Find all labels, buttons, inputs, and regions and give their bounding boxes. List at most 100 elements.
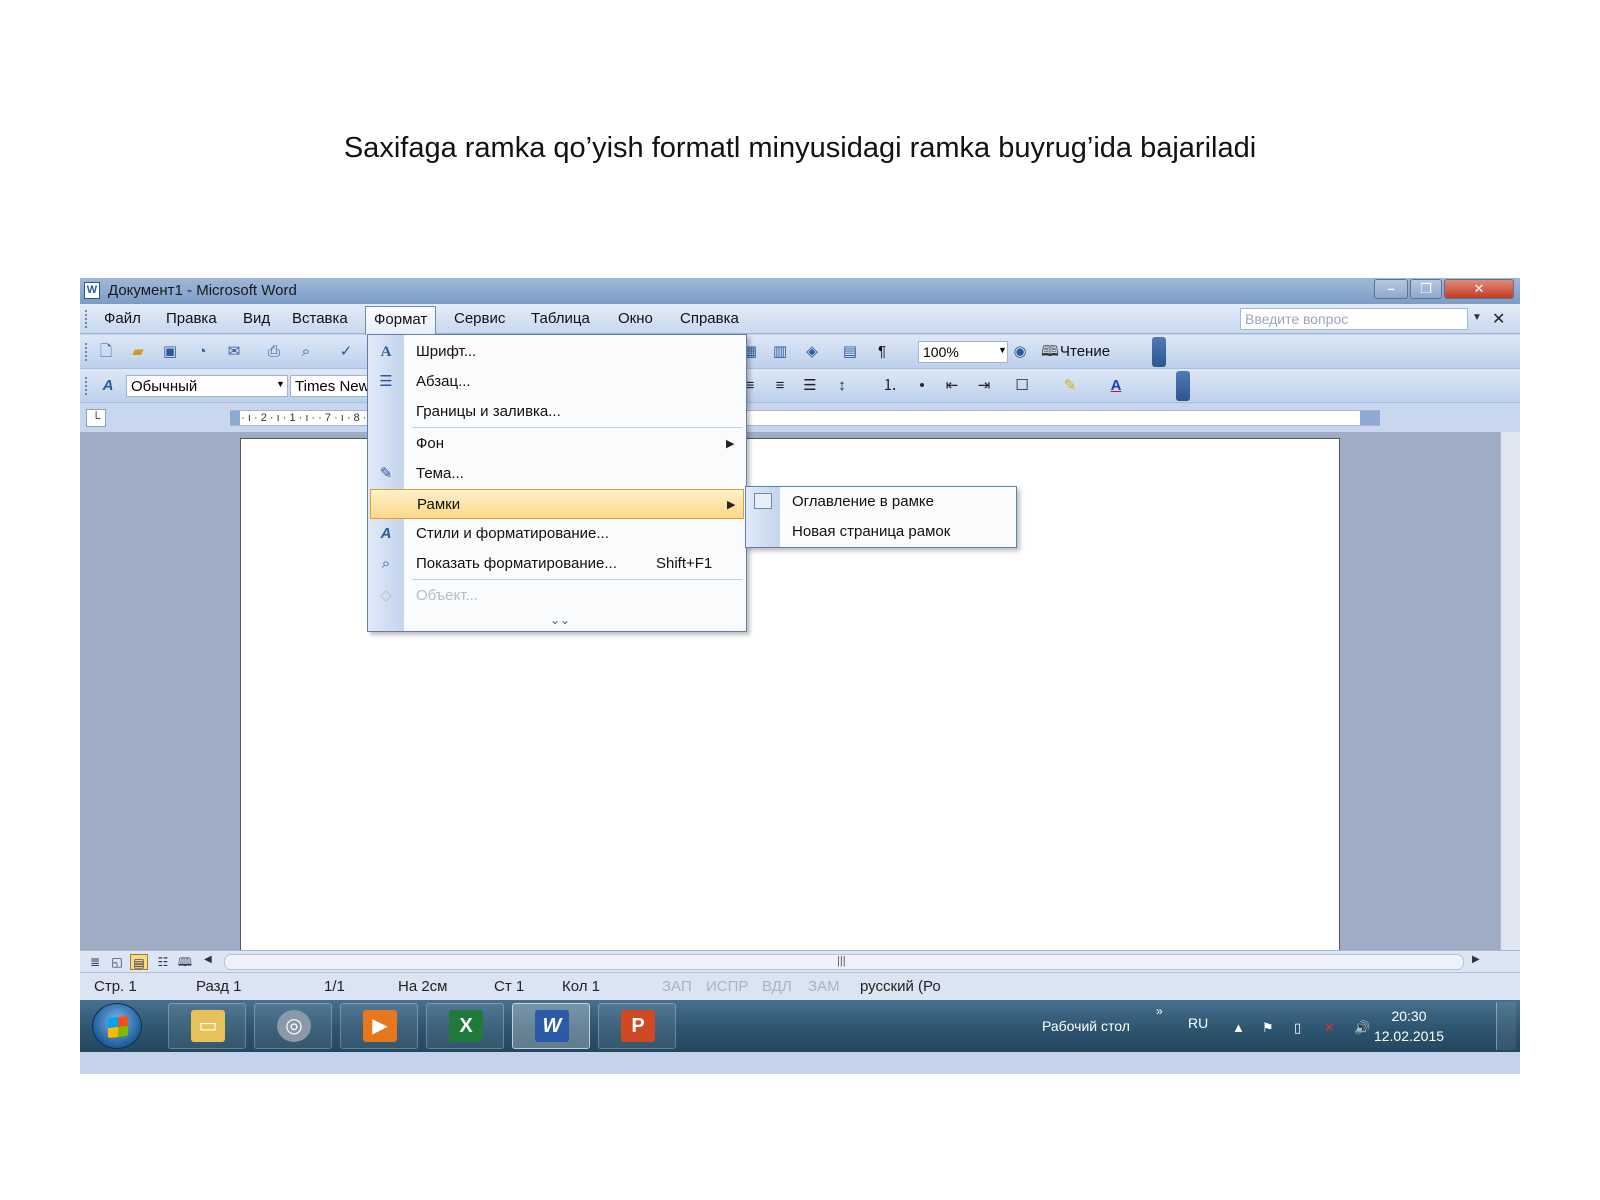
menu-file[interactable]: Файл xyxy=(96,309,149,328)
status-overtype[interactable]: ЗАМ xyxy=(808,978,840,995)
taskbar-excel[interactable]: X xyxy=(426,1003,504,1049)
email-icon[interactable]: ✉ xyxy=(224,342,244,362)
web-layout-icon[interactable]: ◱ xyxy=(108,954,126,970)
reading-layout-icon[interactable]: 🕮 xyxy=(1040,342,1060,362)
status-language[interactable]: русский (Ро xyxy=(860,978,941,995)
line-spacing-icon[interactable]: ↕ xyxy=(832,376,852,396)
menu-item-toc-in-frame[interactable]: Оглавление в рамке xyxy=(746,487,1016,517)
zoom-select[interactable]: 100% xyxy=(918,341,1008,363)
menu-tools[interactable]: Сервис xyxy=(446,309,513,328)
menu-item-frames[interactable]: Рамки ▶ xyxy=(370,489,744,519)
menu-item-reveal-formatting[interactable]: ⌕ Показать форматирование... Shift+F1 xyxy=(368,549,746,579)
chevron-down-icon[interactable]: ▼ xyxy=(276,379,285,389)
bullets-icon[interactable]: • xyxy=(912,376,932,396)
justify-icon[interactable]: ☰ xyxy=(800,376,820,396)
help-icon[interactable]: ◉ xyxy=(1010,342,1030,362)
styles-icon[interactable]: A xyxy=(98,376,118,396)
language-indicator[interactable]: RU xyxy=(1188,1015,1208,1031)
chevron-right-icon[interactable]: » xyxy=(1156,1004,1163,1018)
desktop-toolbar-label[interactable]: Рабочий стол xyxy=(1042,1018,1130,1034)
show-hidden-icons-icon[interactable]: ▲ xyxy=(1232,1020,1245,1035)
toolbar-options-icon[interactable] xyxy=(1152,337,1166,367)
align-right-icon[interactable]: ≡ xyxy=(770,376,790,396)
taskbar-clock[interactable]: 20:30 12.02.2015 xyxy=(1364,1006,1454,1046)
menu-item-font[interactable]: A Шрифт... xyxy=(368,337,746,367)
taskbar-word[interactable]: W xyxy=(512,1003,590,1049)
font-color-icon[interactable]: A xyxy=(1106,376,1126,396)
toolbar-grip[interactable] xyxy=(85,377,88,395)
menubar-grip[interactable] xyxy=(85,310,88,328)
menu-item-background[interactable]: Фон ▶ xyxy=(368,429,746,459)
show-desktop-button[interactable] xyxy=(1496,1002,1516,1050)
menu-item-theme[interactable]: ✎ Тема... xyxy=(368,459,746,489)
outline-view-icon[interactable]: ☷ xyxy=(154,954,172,970)
reading-view-icon[interactable]: 🕮 xyxy=(176,954,194,970)
document-map-icon[interactable]: ▤ xyxy=(840,342,860,362)
taskbar-media-player[interactable]: ▶ xyxy=(340,1003,418,1049)
action-center-flag-icon[interactable]: ⚑ xyxy=(1262,1020,1274,1036)
show-formatting-icon[interactable]: ¶ xyxy=(872,342,892,362)
status-track-changes[interactable]: ИСПР xyxy=(706,978,748,995)
paragraph-icon: ☰ xyxy=(379,373,393,390)
taskbar-media-center[interactable]: ◎ xyxy=(254,1003,332,1049)
reading-button[interactable]: Чтение xyxy=(1060,343,1110,360)
network-icon[interactable]: ✕ xyxy=(1324,1020,1335,1036)
style-select[interactable]: Обычный xyxy=(126,375,288,397)
toolbar-grip[interactable] xyxy=(85,343,88,361)
battery-icon[interactable]: ▯ xyxy=(1294,1020,1301,1036)
font-select[interactable]: Times New Roman xyxy=(290,375,370,397)
open-folder-icon[interactable]: ▰ xyxy=(128,342,148,362)
word-app-icon[interactable]: W xyxy=(84,282,100,299)
permission-icon[interactable]: ◔ xyxy=(192,342,212,362)
tab-selector[interactable]: └ xyxy=(86,409,106,427)
media-player-icon: ▶ xyxy=(363,1010,397,1042)
maximize-button[interactable]: ❐ xyxy=(1410,279,1442,299)
menu-item-paragraph[interactable]: ☰ Абзац... xyxy=(368,367,746,397)
start-button[interactable] xyxy=(92,1003,142,1049)
horizontal-scrollbar[interactable]: ||| xyxy=(224,954,1464,970)
print-layout-icon[interactable]: ▤ xyxy=(130,954,148,970)
drawing-icon[interactable]: ◈ xyxy=(802,342,822,362)
chevron-down-icon[interactable]: ▼ xyxy=(1472,312,1482,323)
toolbar-options-icon[interactable] xyxy=(1176,371,1190,401)
borders-icon[interactable]: ☐ xyxy=(1012,376,1032,396)
expand-menu-icon[interactable]: ⌄⌄ xyxy=(550,613,570,627)
increase-indent-icon[interactable]: ⇥ xyxy=(974,376,994,396)
menu-help[interactable]: Справка xyxy=(672,309,747,328)
windows-taskbar: ▭ ◎ ▶ X W P Рабочий стол » RU ▲ ⚑ ▯ ✕ 🔊 … xyxy=(80,1000,1520,1052)
chevron-down-icon[interactable]: ▼ xyxy=(998,345,1007,355)
save-icon[interactable]: ▣ xyxy=(160,342,180,362)
status-record[interactable]: ЗАП xyxy=(662,978,692,995)
new-document-icon[interactable]: 🗋 xyxy=(96,342,116,362)
numbering-icon[interactable]: ⒈ xyxy=(880,376,900,396)
menu-table[interactable]: Таблица xyxy=(523,309,598,328)
scroll-left-icon[interactable]: ◀ xyxy=(204,954,212,965)
menu-item-styles-formatting[interactable]: A Стили и форматирование... xyxy=(368,519,746,549)
print-icon[interactable]: ⎙ xyxy=(264,342,284,362)
columns-icon[interactable]: ▥ xyxy=(770,342,790,362)
minimize-button[interactable]: – xyxy=(1374,279,1408,299)
menu-item-object: ◇ Объект... xyxy=(368,581,746,611)
ask-question-input[interactable]: Введите вопрос xyxy=(1240,308,1468,330)
scroll-grip-icon[interactable]: ||| xyxy=(837,955,846,967)
print-preview-icon[interactable]: ⌕ xyxy=(296,342,316,362)
status-extend[interactable]: ВДЛ xyxy=(762,978,792,995)
menu-item-borders-shading[interactable]: Границы и заливка... xyxy=(368,397,746,427)
menu-item-new-frames-page[interactable]: Новая страница рамок xyxy=(746,517,1016,547)
taskbar-explorer[interactable]: ▭ xyxy=(168,1003,246,1049)
menu-window[interactable]: Окно xyxy=(610,309,661,328)
close-document-icon[interactable]: ✕ xyxy=(1492,309,1505,329)
vertical-scrollbar[interactable] xyxy=(1500,432,1520,950)
menu-insert[interactable]: Вставка xyxy=(284,309,356,328)
menu-view[interactable]: Вид xyxy=(235,309,278,328)
menu-format[interactable]: Формат xyxy=(365,306,437,335)
normal-view-icon[interactable]: ≣ xyxy=(86,954,104,970)
highlight-icon[interactable]: ✎ xyxy=(1060,376,1080,396)
taskbar-powerpoint[interactable]: P xyxy=(598,1003,676,1049)
close-button[interactable]: ✕ xyxy=(1444,279,1514,299)
scroll-right-icon[interactable]: ▶ xyxy=(1472,954,1480,965)
word-icon: W xyxy=(535,1010,569,1042)
spelling-icon[interactable]: ✓ xyxy=(336,342,356,362)
decrease-indent-icon[interactable]: ⇤ xyxy=(942,376,962,396)
menu-edit[interactable]: Правка xyxy=(158,309,225,328)
